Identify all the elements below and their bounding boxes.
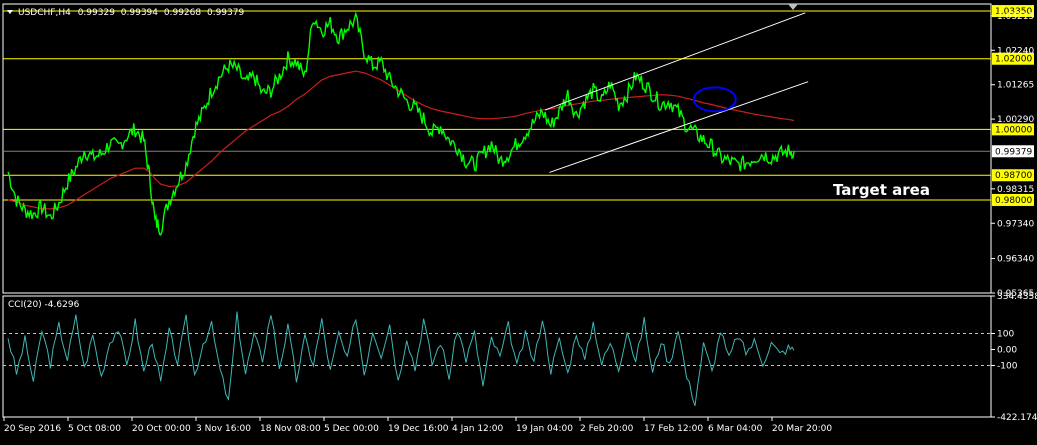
level-label-2: 1.00000 (995, 125, 1032, 135)
price-tick-label-2: 1.01265 (997, 81, 1034, 91)
cci-tick-label-3: -100 (997, 361, 1018, 371)
price-tick-label-0: 1.03215 (997, 12, 1034, 22)
time-tick-label-4: 18 Nov 08:00 (260, 424, 321, 434)
price-tick-label-5: 0.97340 (997, 219, 1034, 229)
time-tick-label-6: 19 Dec 16:00 (388, 424, 449, 434)
time-tick-label-10: 17 Feb 12:00 (644, 424, 703, 434)
time-tick-label-7: 4 Jan 12:00 (452, 424, 504, 434)
time-tick-label-12: 20 Mar 20:00 (772, 424, 832, 434)
cci-tick-label-1: 100 (997, 329, 1014, 339)
cci-tick-label-2: 0.00 (997, 345, 1017, 355)
chart-window: 1.03350 1.02000 1.00000 0.98700 0.98000 0.993… (0, 0, 1037, 441)
open-value: 0.99329 (78, 8, 115, 18)
level-label-4: 0.98000 (995, 196, 1032, 206)
target-area-label: Target area (833, 181, 930, 199)
cci-tick-label-4: -422.1749 (997, 413, 1037, 423)
cci-tick-label-0: 334.4358 (997, 292, 1037, 302)
time-tick-label-11: 6 Mar 04:00 (708, 424, 763, 434)
price-tick-label-4: 0.98315 (997, 185, 1034, 195)
svg-text:USDCHF,H4 0.99329: USDCHF,H4 0.99329 0.99394 0.99268 0.9937… (18, 8, 244, 18)
level-label-3: 0.98700 (995, 171, 1032, 181)
time-tick-label-3: 3 Nov 16:00 (196, 424, 251, 434)
time-tick-label-5: 5 Dec 00:00 (324, 424, 379, 434)
current-price-label: 0.99379 (995, 147, 1032, 157)
time-axis: 20 Sep 2016 5 Oct 08:00 20 Oct 00:00 3 Nov … (3, 417, 832, 434)
time-tick-label-2: 20 Oct 00:00 (132, 424, 191, 434)
price-tick-label-1: 1.02240 (997, 46, 1034, 56)
time-tick-label-8: 19 Jan 04:00 (516, 424, 573, 434)
symbol-label: USDCHF,H4 (18, 8, 71, 18)
cci-panel-frame (2, 295, 992, 418)
main-panel-frame (2, 3, 992, 294)
low-value: 0.99268 (164, 8, 201, 18)
cci-label: CCI(20) -4.6296 (8, 300, 80, 310)
price-tick-label-6: 0.96340 (997, 255, 1034, 265)
time-tick-label-9: 2 Feb 20:00 (580, 424, 634, 434)
high-value: 0.99394 (121, 8, 158, 18)
price-tick-label-3: 1.00290 (997, 115, 1034, 125)
cci-axis: 334.4358 100 0.00 -100 -422.1749 (991, 292, 1037, 423)
time-tick-label-1: 5 Oct 08:00 (68, 424, 121, 434)
close-value: 0.99379 (207, 8, 244, 18)
price-chart-svg[interactable]: 1.033501.020001.000000.987000.980000.993… (0, 0, 1037, 441)
time-tick-label-0: 20 Sep 2016 (4, 424, 61, 434)
